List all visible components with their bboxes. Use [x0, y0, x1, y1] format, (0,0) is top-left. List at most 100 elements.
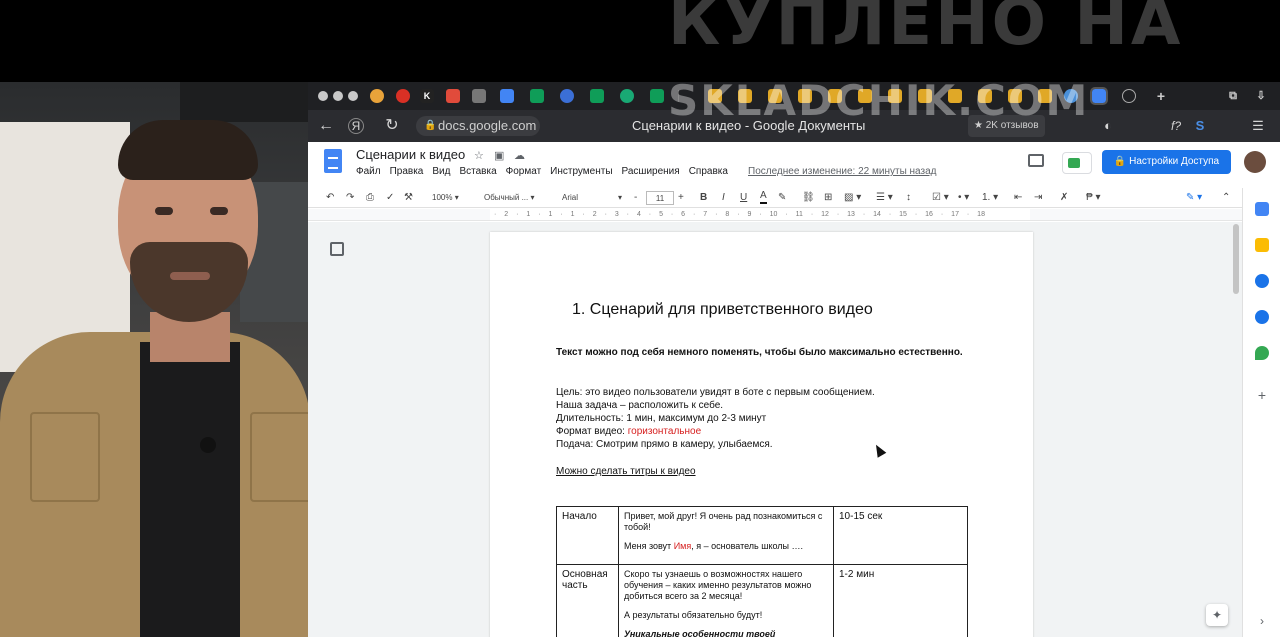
window-minimize-button[interactable]: [333, 91, 343, 101]
maps-icon[interactable]: [1255, 346, 1269, 360]
redo-icon[interactable]: ↷: [346, 190, 354, 206]
table-cell-duration[interactable]: 10-15 сек: [833, 506, 968, 565]
font-select[interactable]: Arial: [562, 191, 578, 205]
tab-favicon-icon[interactable]: [1064, 89, 1078, 103]
star-icon[interactable]: ☆: [474, 149, 484, 162]
menu-file[interactable]: Файл: [356, 166, 381, 177]
tab-favicon-icon[interactable]: [858, 89, 872, 103]
share-button[interactable]: 🔒 Настройки Доступа: [1102, 150, 1231, 174]
tab-favicon-icon[interactable]: [948, 89, 962, 103]
ruler[interactable]: · 2 · 1 · 1 · 1 · 2 · 3 · 4 · 5 · 6 · 7 …: [308, 209, 1242, 221]
tab-favicon-icon[interactable]: [738, 89, 752, 103]
extension-s-icon[interactable]: S: [1190, 116, 1210, 136]
outline-icon[interactable]: [330, 242, 344, 256]
font-size-increase[interactable]: +: [678, 190, 684, 206]
avatar[interactable]: [1244, 151, 1266, 173]
tab-favicon-icon[interactable]: [1008, 89, 1022, 103]
tab-favicon-icon[interactable]: [1122, 89, 1136, 103]
menu-edit[interactable]: Правка: [390, 166, 424, 177]
tab-favicon-icon[interactable]: [370, 89, 384, 103]
window-close-button[interactable]: [318, 91, 328, 101]
clear-format-icon[interactable]: ✗: [1060, 190, 1068, 206]
decrease-indent-icon[interactable]: ⇤: [1014, 190, 1022, 206]
reviews-badge[interactable]: ★ 2K отзывов: [968, 115, 1045, 137]
tab-favicon-icon[interactable]: [918, 89, 932, 103]
align-icon[interactable]: ☰ ▾: [876, 190, 893, 206]
keep-icon[interactable]: [1255, 238, 1269, 252]
yandex-icon[interactable]: Я: [348, 118, 364, 134]
add-addon-icon[interactable]: +: [1255, 388, 1269, 402]
back-icon[interactable]: ←: [316, 116, 336, 136]
cloud-status-icon[interactable]: ☁: [514, 149, 525, 162]
new-tab-icon[interactable]: +: [1154, 89, 1168, 103]
bookmark-icon[interactable]: ◐: [1098, 116, 1118, 136]
insert-image-icon[interactable]: ▨ ▾: [844, 190, 861, 206]
download-icon[interactable]: ⇩: [1254, 89, 1268, 103]
sheets-tab-icon[interactable]: [590, 89, 604, 103]
menu-help[interactable]: Справка: [689, 166, 728, 177]
contacts-icon[interactable]: [1255, 310, 1269, 324]
table-cell-duration[interactable]: 1-2 мин: [833, 564, 968, 637]
docs-logo-icon[interactable]: [324, 149, 342, 173]
docs-tab-icon[interactable]: [500, 89, 514, 103]
undo-icon[interactable]: ↶: [326, 190, 334, 206]
tab-favicon-icon[interactable]: [396, 89, 410, 103]
expand-panel-icon[interactable]: ›: [1255, 614, 1269, 628]
input-tools-icon[interactable]: ₱ ▾: [1086, 190, 1100, 206]
tab-overview-icon[interactable]: ⧉: [1226, 89, 1240, 103]
bold-button[interactable]: B: [700, 190, 707, 206]
reload-icon[interactable]: ↻: [382, 116, 402, 136]
highlight-icon[interactable]: ✎: [778, 190, 786, 206]
tab-favicon-icon[interactable]: [446, 89, 460, 103]
url-field[interactable]: 🔒 docs.google.com: [416, 116, 540, 136]
tab-favicon-icon[interactable]: [472, 89, 486, 103]
menu-extensions[interactable]: Расширения: [622, 166, 680, 177]
tab-favicon-icon[interactable]: [560, 89, 574, 103]
active-docs-tab-icon[interactable]: [1090, 87, 1108, 105]
underline-button[interactable]: U: [740, 190, 747, 206]
meet-icon[interactable]: [1062, 152, 1092, 174]
spellcheck-icon[interactable]: ✓: [386, 190, 394, 206]
font-size-decrease[interactable]: -: [634, 190, 637, 206]
sheets-tab-icon[interactable]: [530, 89, 544, 103]
line-spacing-icon[interactable]: ↕: [906, 190, 911, 206]
tasks-icon[interactable]: [1255, 274, 1269, 288]
menu-icon[interactable]: ☰: [1248, 116, 1268, 136]
document-title[interactable]: Сценарии к видео: [356, 147, 465, 162]
tab-favicon-icon[interactable]: [620, 89, 634, 103]
document-page[interactable]: 1. Сценарий для приветственного видео Те…: [490, 232, 1033, 637]
paint-format-icon[interactable]: ⚒: [404, 190, 413, 206]
window-zoom-button[interactable]: [348, 91, 358, 101]
tab-favicon-icon[interactable]: [888, 89, 902, 103]
menu-tools[interactable]: Инструменты: [550, 166, 612, 177]
editing-mode-icon[interactable]: ✎ ▾: [1186, 190, 1202, 206]
tab-favicon-icon[interactable]: [1038, 89, 1052, 103]
style-select[interactable]: Обычный ... ▾: [484, 191, 535, 205]
table-cell-text[interactable]: Привет, мой друг! Я очень рад познакомит…: [618, 506, 834, 565]
menu-insert[interactable]: Вставка: [459, 166, 496, 177]
document-scrollbar[interactable]: [1233, 224, 1239, 294]
tab-favicon-icon[interactable]: K: [420, 89, 434, 103]
table-cell-text[interactable]: Скоро ты узнаешь о возможностях нашего о…: [618, 564, 834, 637]
tab-favicon-icon[interactable]: [708, 89, 722, 103]
tab-favicon-icon[interactable]: [828, 89, 842, 103]
calendar-icon[interactable]: [1255, 202, 1269, 216]
collapse-menu-icon[interactable]: ⌃: [1222, 190, 1230, 206]
sheets-tab-icon[interactable]: [650, 89, 664, 103]
comments-icon[interactable]: [1028, 154, 1044, 167]
increase-indent-icon[interactable]: ⇥: [1034, 190, 1042, 206]
numbered-list-icon[interactable]: 1. ▾: [982, 190, 998, 206]
italic-button[interactable]: I: [722, 190, 725, 206]
tab-favicon-icon[interactable]: [768, 89, 782, 103]
print-icon[interactable]: ⎙: [366, 190, 374, 206]
link-icon[interactable]: ⛓: [802, 190, 815, 206]
tab-favicon-icon[interactable]: [798, 89, 812, 103]
tab-favicon-icon[interactable]: [978, 89, 992, 103]
table-cell-section[interactable]: Основная часть: [556, 564, 619, 637]
menu-view[interactable]: Вид: [432, 166, 450, 177]
text-color-button[interactable]: A: [760, 190, 767, 204]
zoom-select[interactable]: 100% ▾: [432, 191, 459, 205]
extension-icon[interactable]: f?: [1166, 116, 1186, 136]
comment-add-icon[interactable]: ⊞: [824, 190, 832, 206]
move-folder-icon[interactable]: ▣: [494, 149, 504, 162]
